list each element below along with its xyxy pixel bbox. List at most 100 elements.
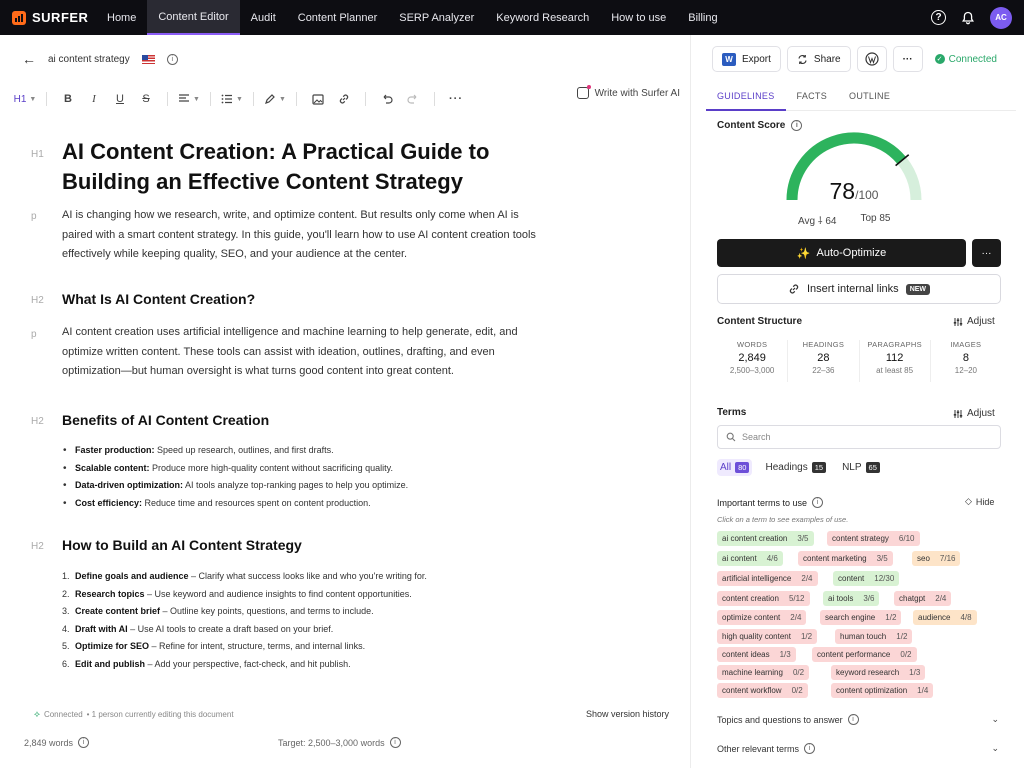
doc-h1[interactable]: AI Content Creation: A Practical Guide t… xyxy=(62,137,562,197)
term-chip[interactable]: ai content creation 3/5 xyxy=(717,531,814,546)
nav-keyword-research[interactable]: Keyword Research xyxy=(485,0,600,35)
nav-billing[interactable]: Billing xyxy=(677,0,728,35)
term-chip[interactable]: artificial intelligence 2/4 xyxy=(717,571,818,586)
tab-facts[interactable]: FACTS xyxy=(786,85,839,111)
other-terms-accordion[interactable]: Other relevant terms i ⌄ xyxy=(717,743,1001,754)
wordpress-button[interactable] xyxy=(856,46,887,72)
more-options-button[interactable]: ··· xyxy=(443,87,469,111)
nav-home[interactable]: Home xyxy=(96,0,147,35)
term-chip[interactable]: content 12/30 xyxy=(833,571,900,586)
content-score-info-icon[interactable]: i xyxy=(791,120,803,131)
editor-content[interactable]: H1 AI Content Creation: A Practical Guid… xyxy=(0,125,690,695)
doc-title[interactable]: ai content strategy xyxy=(48,54,130,65)
topics-questions-accordion[interactable]: Topics and questions to answer i ⌄ xyxy=(717,714,1001,725)
version-history-link[interactable]: Show version history xyxy=(586,709,669,719)
term-chip[interactable]: high quality content 1/2 xyxy=(717,629,818,644)
term-chip[interactable]: ai content 4/6 xyxy=(717,551,783,566)
list-item[interactable]: Cost efficiency: Reduce time and resourc… xyxy=(62,495,542,513)
term-chip[interactable]: content workflow 0/2 xyxy=(717,683,808,698)
h2-benefits[interactable]: Benefits of AI Content Creation xyxy=(62,412,269,428)
filter-all[interactable]: All 80 xyxy=(717,459,753,476)
user-avatar[interactable]: AC xyxy=(990,6,1012,29)
stat-range: 2,500–3,000 xyxy=(729,366,775,375)
nav-how-to-use[interactable]: How to use xyxy=(600,0,677,35)
nav-serp-analyzer[interactable]: SERP Analyzer xyxy=(388,0,485,35)
undo-button[interactable] xyxy=(374,87,400,111)
strikethrough-button[interactable]: S xyxy=(133,87,159,111)
back-arrow-icon[interactable]: ← xyxy=(22,51,36,67)
list-item[interactable]: 4. Draft with AI – Use AI tools to create… xyxy=(62,621,542,639)
word-count-info-icon[interactable]: i xyxy=(78,737,90,748)
list-item-bold: Draft with AI xyxy=(75,623,128,634)
other-terms-info-icon[interactable]: i xyxy=(804,743,816,754)
link-button[interactable] xyxy=(331,87,357,111)
list-item[interactable]: 5. Optimize for SEO – Refine for intent, … xyxy=(62,638,542,656)
term-chip[interactable]: content performance 0/2 xyxy=(812,647,917,662)
term-chip[interactable]: content creation 5/12 xyxy=(717,591,810,606)
redo-button[interactable] xyxy=(400,87,426,111)
term-chip-label: chatgpt xyxy=(899,594,926,603)
list-item[interactable]: Faster production: Speed up research, ou… xyxy=(62,442,542,460)
h2-what-is[interactable]: What Is AI Content Creation? xyxy=(62,291,255,307)
term-chip-count: 0/2 xyxy=(792,668,805,677)
insert-internal-links-button[interactable]: Insert internal links NEW xyxy=(717,274,1001,304)
intro-paragraph[interactable]: AI is changing how we research, write, a… xyxy=(62,206,542,265)
more-actions-button[interactable]: ··· xyxy=(892,46,923,72)
image-button[interactable] xyxy=(305,87,331,111)
list-item[interactable]: Scalable content: Produce more high-qual… xyxy=(62,460,542,478)
list-item[interactable]: 2. Research topics – Use keyword and audi… xyxy=(62,586,542,604)
structure-adjust-button[interactable]: Adjust xyxy=(953,316,995,327)
export-button[interactable]: W Export xyxy=(712,46,781,72)
doc-info-icon[interactable]: i xyxy=(166,53,178,65)
benefits-list: Faster production: Speed up research, ou… xyxy=(62,442,542,512)
list-item[interactable]: 1. Define goals and audience – Clarify wh… xyxy=(62,568,542,586)
term-chip[interactable]: content ideas 1/3 xyxy=(717,647,796,662)
tab-outline[interactable]: OUTLINE xyxy=(838,85,901,111)
help-icon[interactable]: ? xyxy=(931,10,946,25)
surfer-logo[interactable]: SURFER xyxy=(0,10,96,25)
term-chip[interactable]: keyword research 1/3 xyxy=(831,665,926,680)
filter-nlp[interactable]: NLP 65 xyxy=(839,459,883,476)
term-chip[interactable]: machine learning 0/2 xyxy=(717,665,810,680)
what-paragraph[interactable]: AI content creation uses artificial inte… xyxy=(62,323,542,382)
list-button[interactable]: ▼ xyxy=(219,87,245,111)
list-item[interactable]: 6. Edit and publish – Add your perspectiv… xyxy=(62,656,542,674)
term-chip[interactable]: search engine 1/2 xyxy=(820,610,902,625)
bell-icon[interactable] xyxy=(960,10,976,26)
heading-select[interactable]: H1 ▼ xyxy=(12,87,38,111)
write-with-surfer-button[interactable]: Write with Surfer AI xyxy=(576,85,680,99)
auto-optimize-button[interactable]: ✨ Auto-Optimize xyxy=(717,239,966,267)
italic-button[interactable]: I xyxy=(81,87,107,111)
terms-adjust-button[interactable]: Adjust xyxy=(953,408,995,419)
term-chip[interactable]: ai tools 3/6 xyxy=(823,591,880,606)
target-info-icon[interactable]: i xyxy=(389,737,401,748)
auto-optimize-more-button[interactable]: ··· xyxy=(972,239,1001,267)
highlight-button[interactable]: ▼ xyxy=(262,87,288,111)
term-chip[interactable]: audience 4/8 xyxy=(913,610,977,625)
nav-content-planner[interactable]: Content Planner xyxy=(287,0,389,35)
nav-content-editor[interactable]: Content Editor xyxy=(147,0,240,35)
editing-status-text: • 1 person currently editing this docume… xyxy=(86,710,234,719)
hide-terms-button[interactable]: ◇ Hide xyxy=(965,496,994,507)
list-item[interactable]: 3. Create content brief – Outline key poi… xyxy=(62,603,542,621)
h2-how-to[interactable]: How to Build an AI Content Strategy xyxy=(62,537,302,553)
term-chip[interactable]: content strategy 6/10 xyxy=(827,531,920,546)
align-button[interactable]: ▼ xyxy=(176,87,202,111)
term-chip[interactable]: chatgpt 2/4 xyxy=(894,591,952,606)
term-chip[interactable]: human touch 1/2 xyxy=(835,629,913,644)
topics-info-icon[interactable]: i xyxy=(847,714,859,725)
terms-search-input[interactable]: Search xyxy=(717,425,1001,449)
term-chip[interactable]: content optimization 1/4 xyxy=(831,683,934,698)
list-item[interactable]: Data-driven optimization: AI tools analy… xyxy=(62,477,542,495)
term-chip[interactable]: optimize content 2/4 xyxy=(717,610,807,625)
tab-guidelines[interactable]: GUIDELINES xyxy=(706,85,786,111)
term-chip[interactable]: content marketing 3/5 xyxy=(798,551,893,566)
bold-button[interactable]: B xyxy=(55,87,81,111)
important-terms-info-icon[interactable]: i xyxy=(812,497,824,508)
share-button[interactable]: Share xyxy=(786,46,851,72)
nav-audit[interactable]: Audit xyxy=(240,0,287,35)
term-chip-count: 1/3 xyxy=(909,668,921,677)
term-chip[interactable]: seo 7/16 xyxy=(912,551,961,566)
underline-button[interactable]: U xyxy=(107,87,133,111)
filter-headings[interactable]: Headings 15 xyxy=(762,459,829,476)
